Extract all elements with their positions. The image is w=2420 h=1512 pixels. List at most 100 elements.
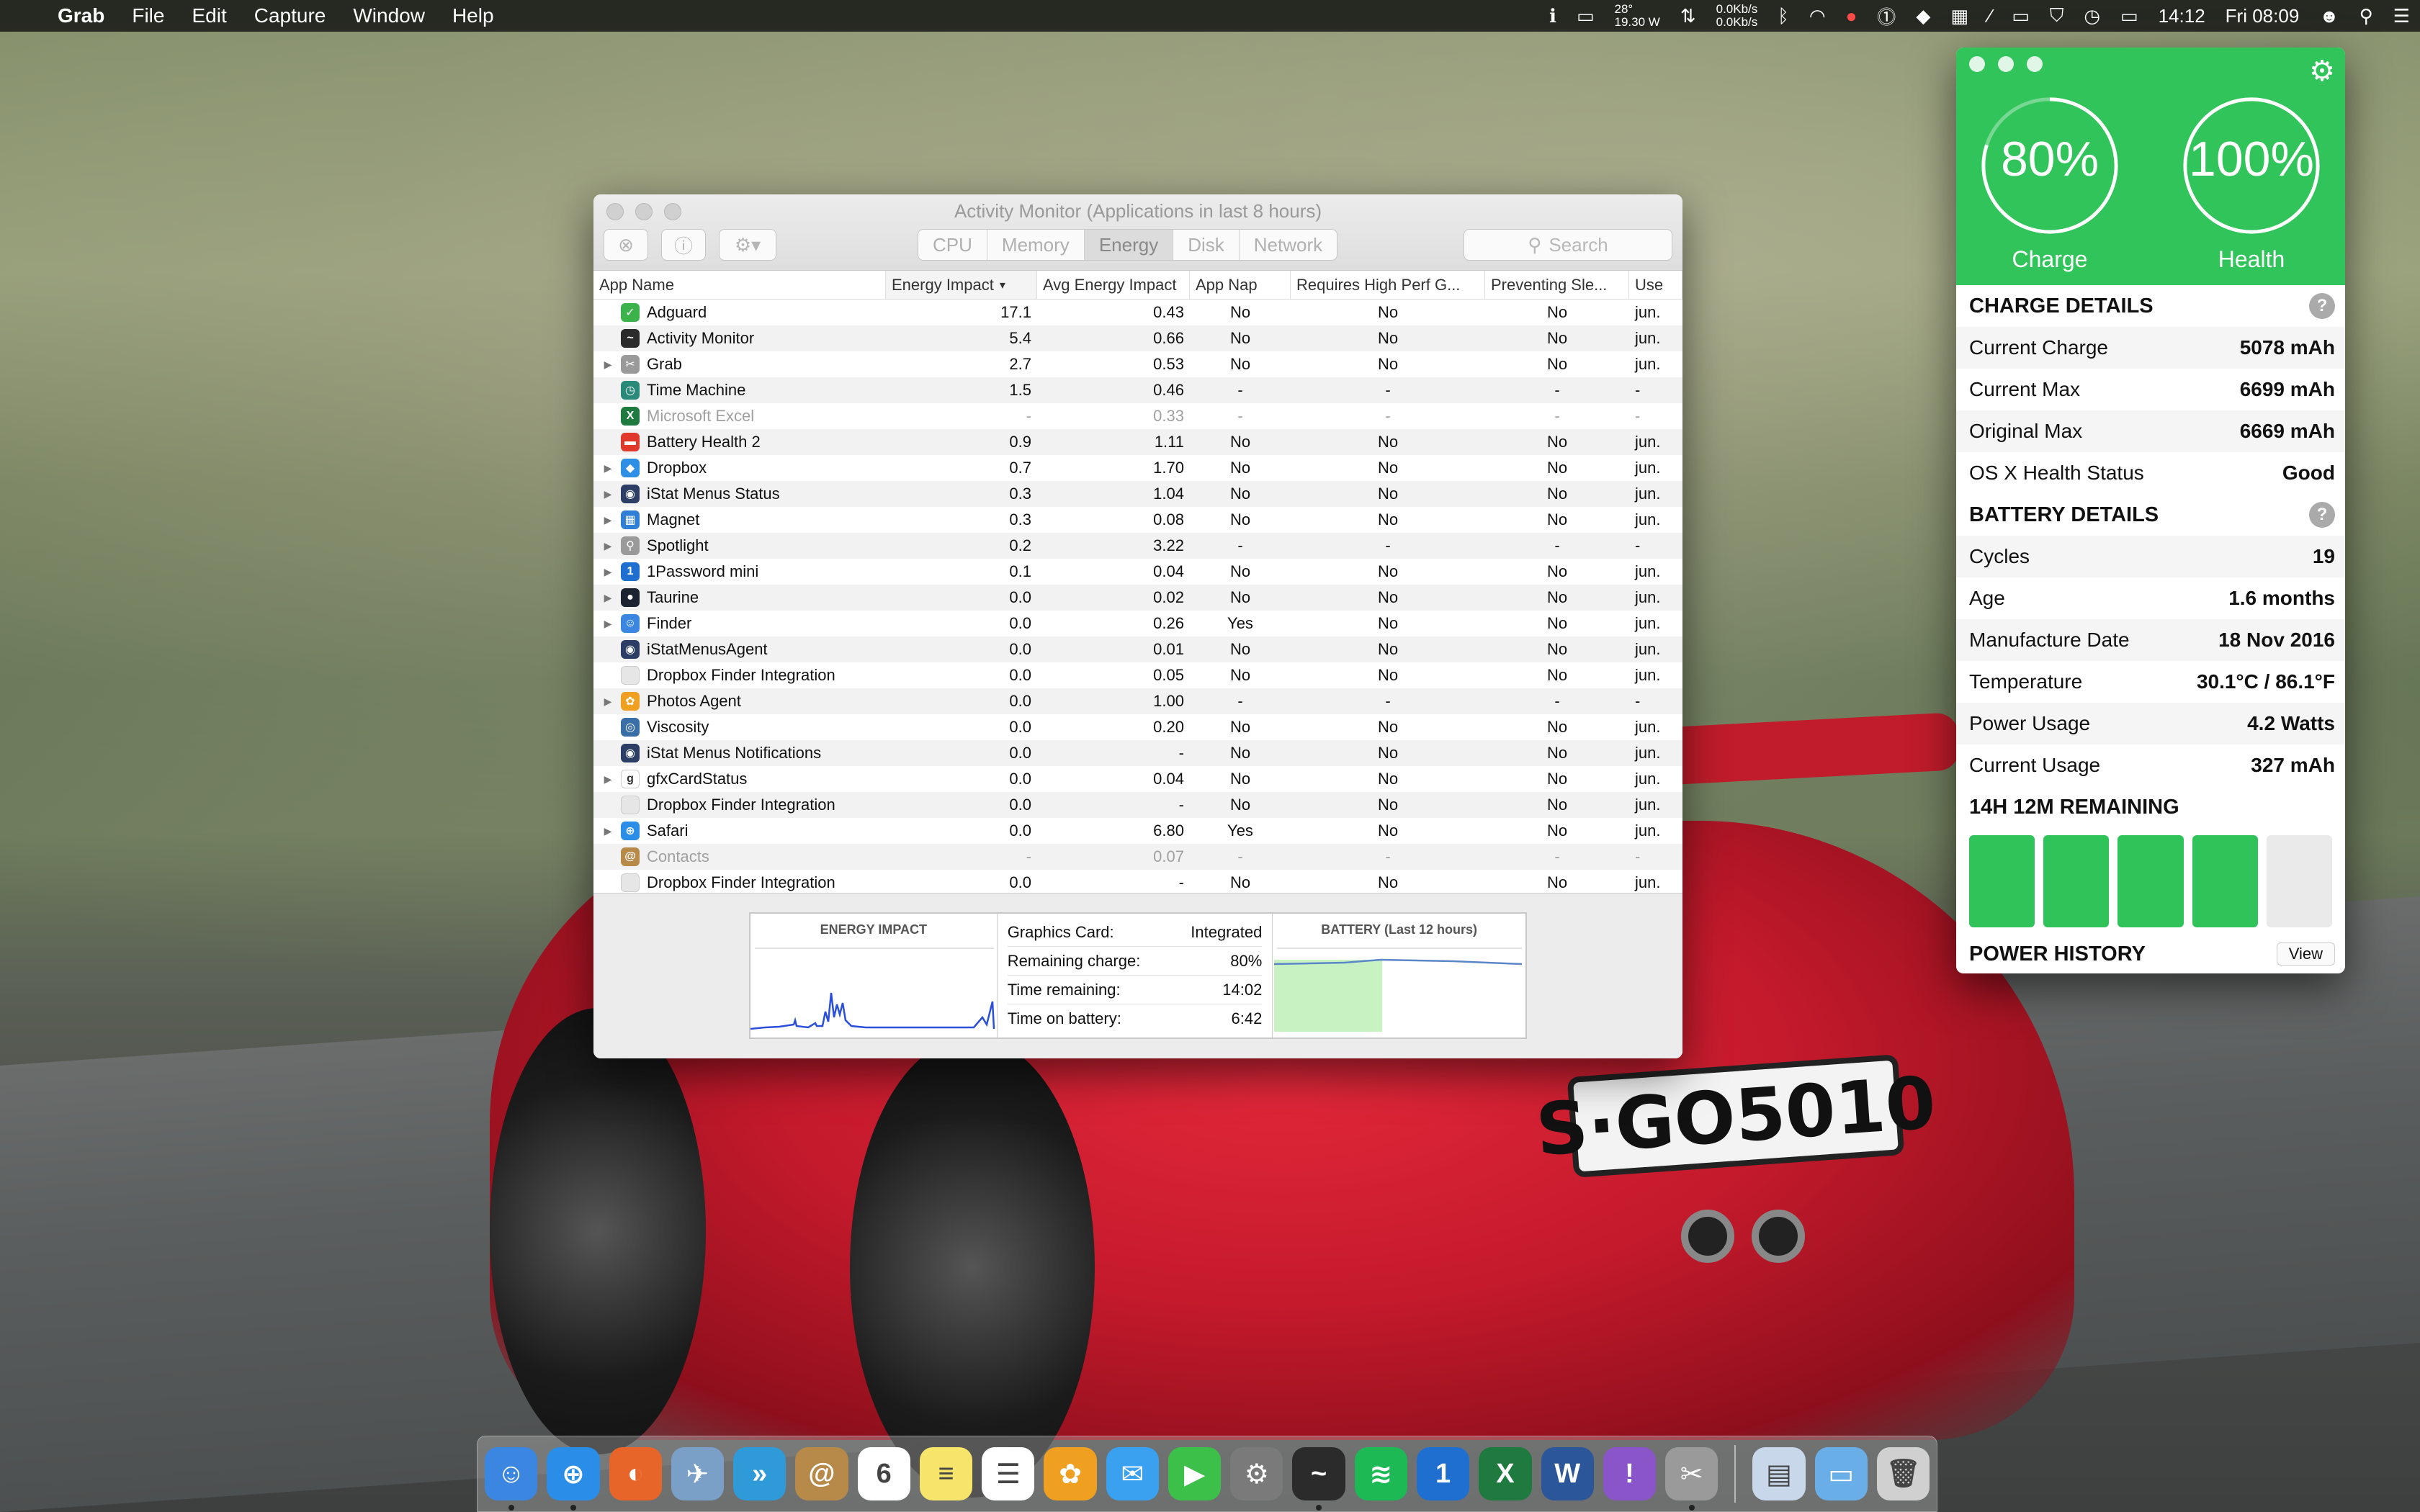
table-row[interactable]: ▶ ✂ Grab 2.7 0.53 No No No jun. — [593, 351, 1682, 377]
table-row[interactable]: ▶ ☺ Finder 0.0 0.26 Yes No No jun. — [593, 611, 1682, 636]
dock-word-icon[interactable]: W — [1541, 1447, 1594, 1500]
disclosure-triangle-icon[interactable]: ▶ — [599, 514, 617, 526]
dock-1password-icon[interactable]: 1 — [1416, 1447, 1470, 1500]
dock-downloads-folder-icon[interactable]: ▭ — [1814, 1447, 1868, 1500]
cpu-graph-icon[interactable]: ▭ — [1577, 5, 1595, 27]
disclosure-triangle-icon[interactable]: ▶ — [599, 696, 617, 708]
tab-cpu[interactable]: CPU — [918, 230, 987, 260]
table-row[interactable]: Dropbox Finder Integration 0.0 0.05 No No No j… — [593, 662, 1682, 688]
dock-safari-icon[interactable]: ⊕ — [547, 1447, 600, 1511]
inspect-process-button[interactable]: ⓘ — [661, 229, 706, 261]
weather-status[interactable]: 28° 19.30 W — [1615, 3, 1660, 29]
dock-facetime-icon[interactable]: ▶ — [1168, 1447, 1222, 1500]
disclosure-triangle-icon[interactable]: ▶ — [599, 359, 617, 371]
column-user[interactable]: Use — [1629, 271, 1682, 299]
time-machine-icon[interactable]: ◷ — [2084, 5, 2100, 27]
table-row[interactable]: ▶ ● Taurine 0.0 0.02 No No No jun. — [593, 585, 1682, 611]
action-menu-button[interactable]: ⚙▾ — [719, 229, 776, 261]
vpn-shield-icon[interactable]: ⛉ — [2050, 4, 2064, 27]
battery-help-icon[interactable]: ? — [2309, 502, 2335, 528]
table-row[interactable]: ◉ iStatMenusAgent 0.0 0.01 No No No jun. — [593, 636, 1682, 662]
magnet-icon[interactable]: ▦ — [1950, 5, 1968, 27]
menu-edit[interactable]: Edit — [192, 4, 226, 27]
airplay-icon[interactable]: ▭ — [2012, 5, 2030, 27]
dock-system-preferences-icon[interactable]: ⚙ — [1230, 1447, 1283, 1500]
dock-omnifocus-icon[interactable]: ! — [1603, 1447, 1657, 1500]
bluetooth-icon[interactable]: ᛒ — [1778, 5, 1789, 27]
column-app-name[interactable]: App Name — [593, 271, 886, 299]
table-row[interactable]: ▶ ⚲ Spotlight 0.2 3.22 - - - - — [593, 533, 1682, 559]
table-row[interactable]: @ Contacts - 0.07 - - - - — [593, 844, 1682, 870]
widget-minimize-button[interactable] — [1998, 56, 2014, 72]
tab-network[interactable]: Network — [1240, 230, 1337, 260]
dock-photos-icon[interactable]: ✿ — [1044, 1447, 1097, 1500]
menu-app-name[interactable]: Grab — [58, 4, 104, 27]
dock-fast-forward-icon[interactable]: » — [733, 1447, 786, 1500]
table-row[interactable]: ~ Activity Monitor 5.4 0.66 No No No jun. — [593, 325, 1682, 351]
tab-disk[interactable]: Disk — [1173, 230, 1240, 260]
transfer-arrows-icon[interactable]: ⇅ — [1680, 5, 1696, 27]
widget-zoom-button[interactable] — [2027, 56, 2043, 72]
adblock-icon[interactable]: ● — [1846, 5, 1857, 27]
table-row[interactable]: ◷ Time Machine 1.5 0.46 - - - - — [593, 377, 1682, 403]
table-row[interactable]: ▬ Battery Health 2 0.9 1.11 No No No jun. — [593, 429, 1682, 455]
network-status[interactable]: 0.0Kb/s 0.0Kb/s — [1716, 3, 1758, 29]
menu-clock-day[interactable]: Fri 08:09 — [2226, 5, 2300, 27]
notification-center-icon[interactable]: ☰ — [2393, 5, 2410, 27]
dock-reminders-icon[interactable]: ☰ — [982, 1447, 1035, 1500]
charge-help-icon[interactable]: ? — [2309, 293, 2335, 319]
power-history-view-button[interactable]: View — [2276, 942, 2335, 966]
gfx-status-icon[interactable]: ∕ — [1989, 5, 1991, 27]
spotlight-search-icon[interactable]: ⚲ — [2360, 5, 2373, 27]
table-row[interactable]: ▶ ◆ Dropbox 0.7 1.70 No No No jun. — [593, 455, 1682, 481]
table-row[interactable]: ◎ Viscosity 0.0 0.20 No No No jun. — [593, 714, 1682, 740]
dock-notes-icon[interactable]: ≡ — [919, 1447, 973, 1500]
dock-contacts-icon[interactable]: @ — [795, 1447, 848, 1500]
dropbox-icon[interactable]: ◆ — [1916, 5, 1930, 27]
menu-help[interactable]: Help — [452, 4, 494, 27]
user-icon[interactable]: ☻ — [2319, 5, 2339, 27]
disclosure-triangle-icon[interactable]: ▶ — [599, 540, 617, 552]
dock-activity-monitor-icon[interactable]: ~ — [1292, 1447, 1345, 1511]
dock-finder-icon[interactable]: ☺ — [485, 1447, 538, 1511]
process-table[interactable]: ✓ Adguard 17.1 0.43 No No No jun. ~ Activity Moni… — [593, 300, 1682, 893]
disclosure-triangle-icon[interactable]: ▶ — [599, 773, 617, 786]
tab-memory[interactable]: Memory — [987, 230, 1085, 260]
dock-spotify-icon[interactable]: ≋ — [1354, 1447, 1407, 1500]
table-row[interactable]: ▶ ◉ iStat Menus Status 0.3 1.04 No No No jun. — [593, 481, 1682, 507]
table-row[interactable]: ▶ 1 1Password mini 0.1 0.04 No No No jun. — [593, 559, 1682, 585]
disclosure-triangle-icon[interactable]: ▶ — [599, 618, 617, 630]
widget-close-button[interactable] — [1969, 56, 1985, 72]
table-row[interactable]: ▶ ✿ Photos Agent 0.0 1.00 - - - - — [593, 688, 1682, 714]
dock-grab-icon[interactable]: ✂ — [1665, 1447, 1718, 1511]
menu-file[interactable]: File — [132, 4, 164, 27]
table-row[interactable]: Dropbox Finder Integration 0.0 - No No No jun. — [593, 792, 1682, 818]
settings-gear-icon[interactable]: ⚙ — [2309, 55, 2335, 88]
table-row[interactable]: ▶ ▦ Magnet 0.3 0.08 No No No jun. — [593, 507, 1682, 533]
column-preventing-sleep[interactable]: Preventing Sle... — [1485, 271, 1629, 299]
table-row[interactable]: ▶ g gfxCardStatus 0.0 0.04 No No No jun. — [593, 766, 1682, 792]
dock-documents-stack-icon[interactable]: ▤ — [1752, 1447, 1806, 1500]
dock-preview-icon[interactable]: ✈ — [671, 1447, 725, 1500]
quit-process-button[interactable]: ⊗ — [604, 229, 648, 261]
wifi-icon[interactable]: ◠ — [1809, 5, 1826, 27]
table-row[interactable]: X Microsoft Excel - 0.33 - - - - — [593, 403, 1682, 429]
disclosure-triangle-icon[interactable]: ▶ — [599, 825, 617, 837]
column-app-nap[interactable]: App Nap — [1190, 271, 1291, 299]
dock-excel-icon[interactable]: X — [1479, 1447, 1532, 1500]
table-row[interactable]: ✓ Adguard 17.1 0.43 No No No jun. — [593, 300, 1682, 325]
dock-firefox-icon[interactable]: ◐ — [609, 1447, 662, 1500]
disclosure-triangle-icon[interactable]: ▶ — [599, 566, 617, 578]
column-avg-energy[interactable]: Avg Energy Impact — [1037, 271, 1190, 299]
istat-info-icon[interactable]: ℹ — [1549, 5, 1556, 27]
battery-icon[interactable]: ▭ — [2120, 5, 2138, 27]
dock-trash-icon[interactable]: 🗑 — [1876, 1447, 1930, 1500]
column-energy-impact[interactable]: Energy Impact ▾ — [886, 271, 1037, 299]
table-row[interactable]: ◉ iStat Menus Notifications 0.0 - No No No jun. — [593, 740, 1682, 766]
table-row[interactable]: ▶ ⊕ Safari 0.0 6.80 Yes No No jun. — [593, 818, 1682, 844]
menu-capture[interactable]: Capture — [254, 4, 326, 27]
menu-window[interactable]: Window — [353, 4, 425, 27]
menu-clock-time[interactable]: 14:12 — [2159, 5, 2205, 27]
dock-calendar-icon[interactable]: 6 — [857, 1447, 910, 1500]
table-row[interactable]: Dropbox Finder Integration 0.0 - No No No jun. — [593, 870, 1682, 893]
